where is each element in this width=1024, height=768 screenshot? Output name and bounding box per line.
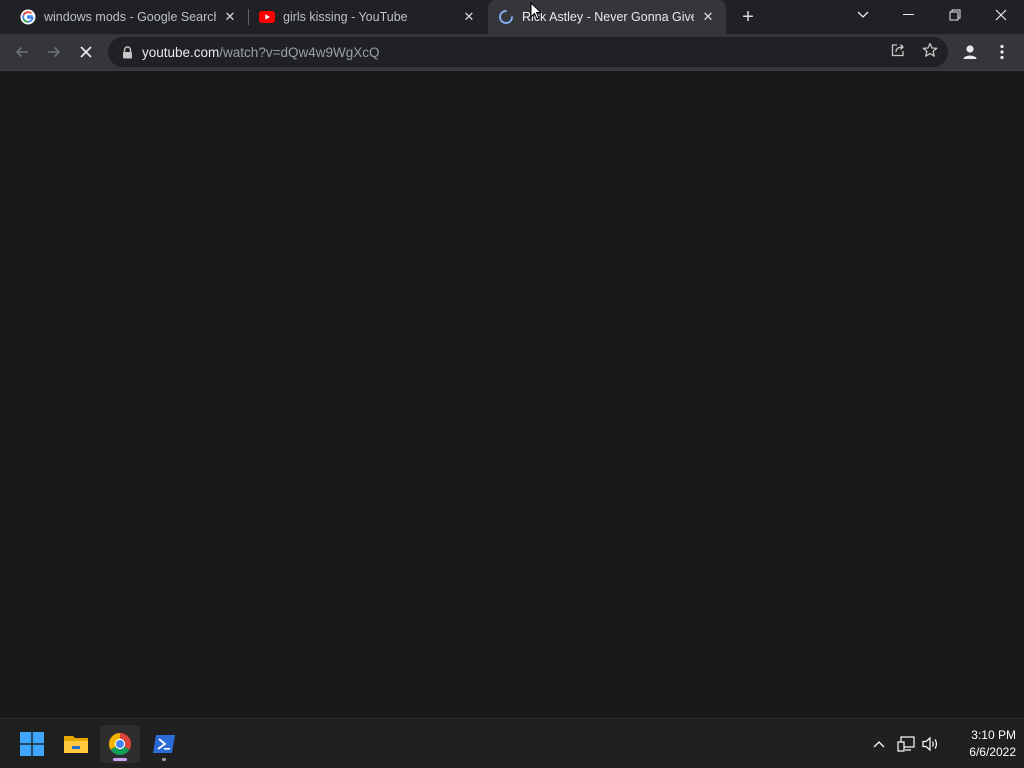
active-app-indicator <box>113 758 127 761</box>
tab-search-button[interactable] <box>840 0 886 30</box>
close-tab-icon[interactable]: ✕ <box>222 9 238 25</box>
show-hidden-icons-chevron-up-icon[interactable] <box>868 733 890 755</box>
windows-start-icon[interactable] <box>12 725 52 763</box>
file-explorer-icon[interactable] <box>56 725 96 763</box>
new-tab-button[interactable]: + <box>736 5 760 29</box>
tab-title: windows mods - Google Search <box>44 10 216 24</box>
restore-button[interactable] <box>932 0 978 30</box>
windows-taskbar: 3:10 PM 6/6/2022 <box>0 718 1024 768</box>
tab-strip: windows mods - Google Search ✕ girls kis… <box>0 0 1024 34</box>
close-tab-icon[interactable]: ✕ <box>461 9 477 25</box>
chrome-menu-icon[interactable] <box>988 38 1016 66</box>
running-app-indicator <box>162 758 166 761</box>
share-icon[interactable] <box>886 38 910 62</box>
close-window-button[interactable] <box>978 0 1024 30</box>
bookmark-star-icon[interactable] <box>918 38 942 62</box>
address-bar[interactable]: youtube.com/watch?v=dQw4w9WgXcQ <box>108 37 948 67</box>
tab-google-search[interactable]: windows mods - Google Search ✕ <box>0 0 248 34</box>
back-button[interactable] <box>8 38 36 66</box>
page-content[interactable] <box>0 71 1024 718</box>
stop-loading-button[interactable] <box>72 38 100 66</box>
tab-title: girls kissing - YouTube <box>283 10 408 24</box>
powershell-icon[interactable] <box>144 725 184 763</box>
profile-avatar-icon[interactable] <box>956 38 984 66</box>
forward-button[interactable] <box>40 38 68 66</box>
browser-toolbar: youtube.com/watch?v=dQw4w9WgXcQ <box>0 34 1024 71</box>
clock-time: 3:10 PM <box>971 728 1016 742</box>
lock-icon[interactable] <box>120 45 134 59</box>
volume-icon[interactable] <box>920 733 942 755</box>
tab-title: Rick Astley - Never Gonna Give You Up <box>522 10 694 24</box>
tab-rick-astley[interactable]: Rick Astley - Never Gonna Give You Up ✕ <box>488 0 726 34</box>
loading-spinner-icon <box>498 9 514 25</box>
clock-date: 6/6/2022 <box>969 745 1016 759</box>
url-path: /watch?v=dQw4w9WgXcQ <box>219 44 380 60</box>
url-text[interactable]: youtube.com/watch?v=dQw4w9WgXcQ <box>142 45 379 60</box>
chrome-icon[interactable] <box>100 725 140 763</box>
url-host: youtube.com <box>142 44 220 60</box>
google-g-icon <box>20 9 36 25</box>
youtube-icon <box>259 9 275 25</box>
close-tab-icon[interactable]: ✕ <box>700 9 716 25</box>
tab-youtube-search[interactable]: girls kissing - YouTube ✕ <box>249 0 487 34</box>
minimize-button[interactable] <box>886 0 932 30</box>
mouse-cursor-icon <box>530 1 543 25</box>
network-icon[interactable] <box>895 733 917 755</box>
system-clock[interactable]: 3:10 PM 6/6/2022 <box>940 727 1016 761</box>
